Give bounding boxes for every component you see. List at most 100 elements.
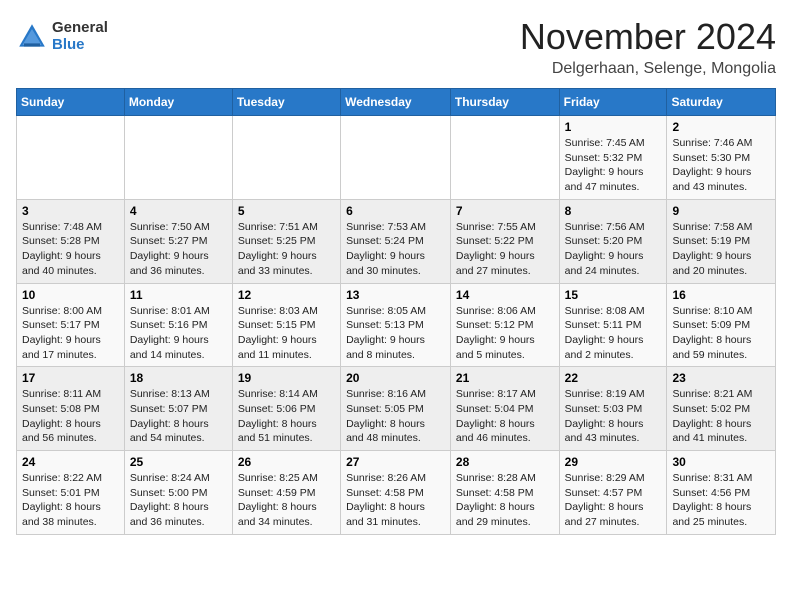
day-info: Sunrise: 8:22 AM Sunset: 5:01 PM Dayligh… <box>22 471 119 530</box>
day-info: Sunrise: 8:01 AM Sunset: 5:16 PM Dayligh… <box>130 304 227 363</box>
weekday-header-saturday: Saturday <box>667 89 776 116</box>
day-number: 1 <box>565 120 662 134</box>
day-number: 15 <box>565 288 662 302</box>
day-info: Sunrise: 8:16 AM Sunset: 5:05 PM Dayligh… <box>346 387 445 446</box>
day-info: Sunrise: 8:14 AM Sunset: 5:06 PM Dayligh… <box>238 387 335 446</box>
day-number: 8 <box>565 204 662 218</box>
calendar-cell: 26Sunrise: 8:25 AM Sunset: 4:59 PM Dayli… <box>232 451 340 535</box>
calendar-cell: 12 Sunrise: 8:03 AM Sunset: 5:15 PM Dayli… <box>232 283 340 367</box>
calendar-week-3: 10 Sunrise: 8:00 AM Sunset: 5:17 PM Dayli… <box>17 283 776 367</box>
calendar-cell <box>341 116 451 200</box>
day-info: Sunrise: 7:46 AM Sunset: 5:30 PM Dayligh… <box>672 136 770 195</box>
calendar-cell: 1 Sunrise: 7:45 AM Sunset: 5:32 PM Daylig… <box>559 116 667 200</box>
calendar-cell: 29 Sunrise: 8:29 AM Sunset: 4:57 PM Dayli… <box>559 451 667 535</box>
calendar-cell: 25 Sunrise: 8:24 AM Sunset: 5:00 PM Dayli… <box>124 451 232 535</box>
calendar-cell: 16Sunrise: 8:10 AM Sunset: 5:09 PM Dayli… <box>667 283 776 367</box>
day-number: 9 <box>672 204 770 218</box>
calendar-week-1: 1 Sunrise: 7:45 AM Sunset: 5:32 PM Daylig… <box>17 116 776 200</box>
calendar-cell: 4 Sunrise: 7:50 AM Sunset: 5:27 PM Daylig… <box>124 199 232 283</box>
calendar-cell <box>450 116 559 200</box>
calendar-cell: 5 Sunrise: 7:51 AM Sunset: 5:25 PM Daylig… <box>232 199 340 283</box>
day-info: Sunrise: 8:25 AM Sunset: 4:59 PM Dayligh… <box>238 471 335 530</box>
day-number: 7 <box>456 204 554 218</box>
weekday-header-wednesday: Wednesday <box>341 89 451 116</box>
calendar-cell: 14Sunrise: 8:06 AM Sunset: 5:12 PM Dayli… <box>450 283 559 367</box>
page-header: General Blue November 2024 Delgerhaan, S… <box>16 16 776 78</box>
calendar-cell: 23Sunrise: 8:21 AM Sunset: 5:02 PM Dayli… <box>667 367 776 451</box>
calendar-cell: 10 Sunrise: 8:00 AM Sunset: 5:17 PM Dayli… <box>17 283 125 367</box>
calendar-cell: 13 Sunrise: 8:05 AM Sunset: 5:13 PM Dayli… <box>341 283 451 367</box>
calendar-week-4: 17Sunrise: 8:11 AM Sunset: 5:08 PM Dayli… <box>17 367 776 451</box>
logo-icon <box>16 21 48 53</box>
calendar-cell: 30Sunrise: 8:31 AM Sunset: 4:56 PM Dayli… <box>667 451 776 535</box>
calendar-cell: 19 Sunrise: 8:14 AM Sunset: 5:06 PM Dayli… <box>232 367 340 451</box>
day-number: 21 <box>456 371 554 385</box>
weekday-header-friday: Friday <box>559 89 667 116</box>
day-number: 6 <box>346 204 445 218</box>
day-info: Sunrise: 7:45 AM Sunset: 5:32 PM Dayligh… <box>565 136 662 195</box>
day-info: Sunrise: 7:51 AM Sunset: 5:25 PM Dayligh… <box>238 220 335 279</box>
calendar-cell <box>124 116 232 200</box>
calendar-week-5: 24 Sunrise: 8:22 AM Sunset: 5:01 PM Dayli… <box>17 451 776 535</box>
day-number: 13 <box>346 288 445 302</box>
day-number: 25 <box>130 455 227 469</box>
day-number: 20 <box>346 371 445 385</box>
logo-general-text: General <box>52 20 108 37</box>
weekday-header-monday: Monday <box>124 89 232 116</box>
logo-text: General Blue <box>52 20 108 53</box>
calendar-cell: 17Sunrise: 8:11 AM Sunset: 5:08 PM Dayli… <box>17 367 125 451</box>
calendar-cell: 27 Sunrise: 8:26 AM Sunset: 4:58 PM Dayli… <box>341 451 451 535</box>
day-info: Sunrise: 7:58 AM Sunset: 5:19 PM Dayligh… <box>672 220 770 279</box>
day-number: 22 <box>565 371 662 385</box>
day-info: Sunrise: 7:50 AM Sunset: 5:27 PM Dayligh… <box>130 220 227 279</box>
day-number: 2 <box>672 120 770 134</box>
calendar-cell: 28Sunrise: 8:28 AM Sunset: 4:58 PM Dayli… <box>450 451 559 535</box>
day-number: 27 <box>346 455 445 469</box>
day-info: Sunrise: 8:00 AM Sunset: 5:17 PM Dayligh… <box>22 304 119 363</box>
day-info: Sunrise: 8:05 AM Sunset: 5:13 PM Dayligh… <box>346 304 445 363</box>
day-number: 12 <box>238 288 335 302</box>
day-number: 30 <box>672 455 770 469</box>
day-info: Sunrise: 7:56 AM Sunset: 5:20 PM Dayligh… <box>565 220 662 279</box>
day-number: 11 <box>130 288 227 302</box>
day-number: 19 <box>238 371 335 385</box>
day-info: Sunrise: 8:03 AM Sunset: 5:15 PM Dayligh… <box>238 304 335 363</box>
calendar-cell: 20 Sunrise: 8:16 AM Sunset: 5:05 PM Dayli… <box>341 367 451 451</box>
calendar-table: SundayMondayTuesdayWednesdayThursdayFrid… <box>16 88 776 535</box>
day-number: 4 <box>130 204 227 218</box>
day-info: Sunrise: 8:28 AM Sunset: 4:58 PM Dayligh… <box>456 471 554 530</box>
day-info: Sunrise: 8:06 AM Sunset: 5:12 PM Dayligh… <box>456 304 554 363</box>
calendar-cell <box>232 116 340 200</box>
calendar-cell: 15Sunrise: 8:08 AM Sunset: 5:11 PM Dayli… <box>559 283 667 367</box>
calendar-cell: 21 Sunrise: 8:17 AM Sunset: 5:04 PM Dayli… <box>450 367 559 451</box>
day-info: Sunrise: 8:11 AM Sunset: 5:08 PM Dayligh… <box>22 387 119 446</box>
calendar-header: SundayMondayTuesdayWednesdayThursdayFrid… <box>17 89 776 116</box>
day-info: Sunrise: 8:21 AM Sunset: 5:02 PM Dayligh… <box>672 387 770 446</box>
location-title: Delgerhaan, Selenge, Mongolia <box>520 60 776 78</box>
day-number: 5 <box>238 204 335 218</box>
day-info: Sunrise: 7:53 AM Sunset: 5:24 PM Dayligh… <box>346 220 445 279</box>
calendar-cell: 18 Sunrise: 8:13 AM Sunset: 5:07 PM Dayli… <box>124 367 232 451</box>
calendar-cell: 22 Sunrise: 8:19 AM Sunset: 5:03 PM Dayli… <box>559 367 667 451</box>
day-info: Sunrise: 8:29 AM Sunset: 4:57 PM Dayligh… <box>565 471 662 530</box>
calendar-cell: 11 Sunrise: 8:01 AM Sunset: 5:16 PM Dayli… <box>124 283 232 367</box>
day-info: Sunrise: 8:26 AM Sunset: 4:58 PM Dayligh… <box>346 471 445 530</box>
logo-blue-text: Blue <box>52 37 108 54</box>
day-info: Sunrise: 8:19 AM Sunset: 5:03 PM Dayligh… <box>565 387 662 446</box>
day-number: 18 <box>130 371 227 385</box>
calendar-cell: 24 Sunrise: 8:22 AM Sunset: 5:01 PM Dayli… <box>17 451 125 535</box>
calendar-cell: 8 Sunrise: 7:56 AM Sunset: 5:20 PM Daylig… <box>559 199 667 283</box>
day-number: 29 <box>565 455 662 469</box>
weekday-header-tuesday: Tuesday <box>232 89 340 116</box>
day-info: Sunrise: 8:17 AM Sunset: 5:04 PM Dayligh… <box>456 387 554 446</box>
calendar-cell <box>17 116 125 200</box>
day-info: Sunrise: 8:13 AM Sunset: 5:07 PM Dayligh… <box>130 387 227 446</box>
title-area: November 2024 Delgerhaan, Selenge, Mongo… <box>520 16 776 78</box>
day-info: Sunrise: 8:24 AM Sunset: 5:00 PM Dayligh… <box>130 471 227 530</box>
day-number: 24 <box>22 455 119 469</box>
day-info: Sunrise: 8:10 AM Sunset: 5:09 PM Dayligh… <box>672 304 770 363</box>
day-info: Sunrise: 7:48 AM Sunset: 5:28 PM Dayligh… <box>22 220 119 279</box>
day-number: 10 <box>22 288 119 302</box>
day-number: 3 <box>22 204 119 218</box>
weekday-header-sunday: Sunday <box>17 89 125 116</box>
